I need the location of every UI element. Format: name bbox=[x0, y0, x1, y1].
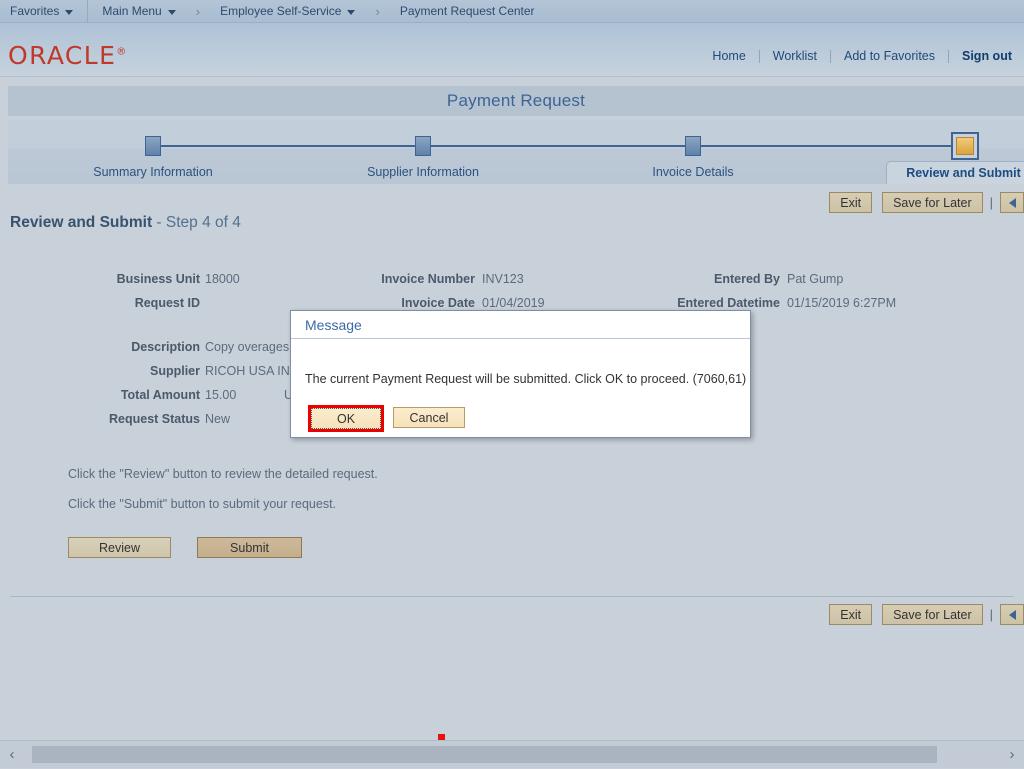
label-invoice-date: Invoice Date bbox=[305, 296, 475, 310]
breadcrumb-separator-icon: › bbox=[190, 4, 206, 19]
wizard-step-summary-information[interactable]: Summary Information bbox=[78, 120, 228, 179]
app-header: ORACLE® Home Worklist Add to Favorites S… bbox=[0, 23, 1024, 77]
breadcrumb-favorites-label: Favorites bbox=[10, 4, 59, 18]
label-total-amount: Total Amount bbox=[40, 388, 200, 402]
review-button[interactable]: Review bbox=[68, 537, 171, 558]
save-for-later-button-bottom[interactable]: Save for Later bbox=[882, 604, 983, 625]
header-link-add-to-favorites[interactable]: Add to Favorites bbox=[831, 49, 948, 63]
scroll-right-arrow-icon[interactable]: › bbox=[1000, 741, 1024, 769]
value-invoice-date: 01/04/2019 bbox=[482, 296, 545, 310]
page-title: Payment Request bbox=[447, 91, 585, 111]
page-heading-title: Review and Submit bbox=[10, 214, 152, 231]
field-row: Business Unit 18000 Invoice Number INV12… bbox=[0, 272, 1000, 296]
value-entered-by: Pat Gump bbox=[787, 272, 843, 286]
breadcrumb-employee-self-service[interactable]: Employee Self-Service bbox=[206, 0, 369, 23]
wizard-active-step-tab[interactable]: Review and Submit bbox=[886, 161, 1024, 184]
scrollbar-track[interactable] bbox=[24, 746, 1000, 763]
wizard-connector-line bbox=[153, 145, 963, 147]
header-link-worklist[interactable]: Worklist bbox=[760, 49, 830, 63]
toolbar-bottom: Exit Save for Later | bbox=[829, 604, 1024, 625]
value-business-unit: 18000 bbox=[205, 272, 240, 286]
label-supplier: Supplier bbox=[40, 364, 200, 378]
label-description: Description bbox=[40, 340, 200, 354]
wizard-step-bar: Summary Information Supplier Information… bbox=[8, 120, 1024, 184]
exit-button-top[interactable]: Exit bbox=[829, 192, 872, 213]
breadcrumb-main-menu[interactable]: Main Menu bbox=[88, 0, 189, 23]
wizard-step-invoice-details[interactable]: Invoice Details bbox=[618, 120, 768, 179]
header-link-home[interactable]: Home bbox=[699, 49, 758, 63]
breadcrumb-current-page: Payment Request Center bbox=[386, 0, 549, 23]
toolbar-separator: | bbox=[983, 607, 1000, 622]
previous-arrow-icon bbox=[1009, 610, 1016, 620]
value-invoice-number: INV123 bbox=[482, 272, 524, 286]
label-request-id: Request ID bbox=[40, 296, 200, 310]
label-entered-datetime: Entered Datetime bbox=[580, 296, 780, 310]
submit-button[interactable]: Submit bbox=[197, 537, 302, 558]
exit-button-bottom[interactable]: Exit bbox=[829, 604, 872, 625]
registered-trademark-icon: ® bbox=[116, 47, 127, 58]
save-for-later-button-top[interactable]: Save for Later bbox=[882, 192, 983, 213]
wizard-step-label: Invoice Details bbox=[618, 165, 768, 179]
value-entered-datetime: 01/15/2019 6:27PM bbox=[787, 296, 896, 310]
instruction-review: Click the "Review" button to review the … bbox=[68, 467, 378, 481]
value-supplier: RICOH USA INC bbox=[205, 364, 299, 378]
page-title-bar: Payment Request bbox=[8, 86, 1024, 116]
section-divider bbox=[10, 596, 1014, 597]
previous-step-button-bottom[interactable] bbox=[1000, 604, 1024, 625]
wizard-step-marker-icon bbox=[685, 136, 701, 156]
wizard-step-marker-icon bbox=[415, 136, 431, 156]
oracle-logo: ORACLE® bbox=[8, 41, 128, 70]
label-invoice-number: Invoice Number bbox=[305, 272, 475, 286]
wizard-step-label: Supplier Information bbox=[348, 165, 498, 179]
previous-step-button-top[interactable] bbox=[1000, 192, 1024, 213]
wizard-active-step-label: Review and Submit bbox=[906, 166, 1021, 180]
toolbar-separator: | bbox=[983, 195, 1000, 210]
chevron-down-icon bbox=[168, 10, 176, 15]
instruction-submit: Click the "Submit" button to submit your… bbox=[68, 497, 336, 511]
label-request-status: Request Status bbox=[40, 412, 200, 426]
wizard-active-step-marker-icon bbox=[951, 132, 979, 160]
breadcrumb-ess-label: Employee Self-Service bbox=[220, 4, 341, 18]
value-request-status: New bbox=[205, 412, 230, 426]
page-heading-step: - Step 4 of 4 bbox=[152, 214, 241, 231]
dialog-cancel-button[interactable]: Cancel bbox=[393, 407, 465, 428]
value-total-amount: 15.00 bbox=[205, 388, 236, 402]
previous-arrow-icon bbox=[1009, 198, 1016, 208]
wizard-step-label: Summary Information bbox=[78, 165, 228, 179]
dialog-message: The current Payment Request will be subm… bbox=[305, 372, 746, 386]
horizontal-scrollbar[interactable]: ‹ › bbox=[0, 740, 1024, 768]
label-business-unit: Business Unit bbox=[40, 272, 200, 286]
page-heading: Review and Submit - Step 4 of 4 bbox=[10, 214, 241, 232]
value-description: Copy overages bbox=[205, 340, 289, 354]
label-entered-by: Entered By bbox=[580, 272, 780, 286]
dialog-title-bar: Message bbox=[291, 311, 750, 339]
toolbar-top: Exit Save for Later | bbox=[829, 192, 1024, 213]
chevron-down-icon bbox=[347, 10, 355, 15]
breadcrumb-main-menu-label: Main Menu bbox=[102, 4, 161, 18]
wizard-step-supplier-information[interactable]: Supplier Information bbox=[348, 120, 498, 179]
wizard-step-review-and-submit[interactable] bbox=[890, 120, 1024, 160]
breadcrumb-favorites[interactable]: Favorites bbox=[0, 0, 88, 23]
breadcrumb-bar: Favorites Main Menu › Employee Self-Serv… bbox=[0, 0, 1024, 23]
header-links: Home Worklist Add to Favorites Sign out bbox=[699, 49, 1012, 63]
wizard-active-step-marker-inner bbox=[956, 137, 974, 155]
scroll-left-arrow-icon[interactable]: ‹ bbox=[0, 741, 24, 769]
chevron-down-icon bbox=[65, 10, 73, 15]
breadcrumb-separator-icon: › bbox=[369, 4, 385, 19]
header-link-sign-out[interactable]: Sign out bbox=[949, 49, 1012, 63]
oracle-logo-text: ORACLE bbox=[8, 41, 116, 70]
content-area: Exit Save for Later | Review and Submit … bbox=[0, 184, 1024, 740]
scrollbar-thumb[interactable] bbox=[32, 746, 937, 763]
dialog-ok-button[interactable]: OK bbox=[311, 408, 381, 429]
dialog-ok-highlight: OK bbox=[308, 405, 384, 432]
wizard-step-marker-icon bbox=[145, 136, 161, 156]
dialog-title: Message bbox=[305, 317, 362, 333]
